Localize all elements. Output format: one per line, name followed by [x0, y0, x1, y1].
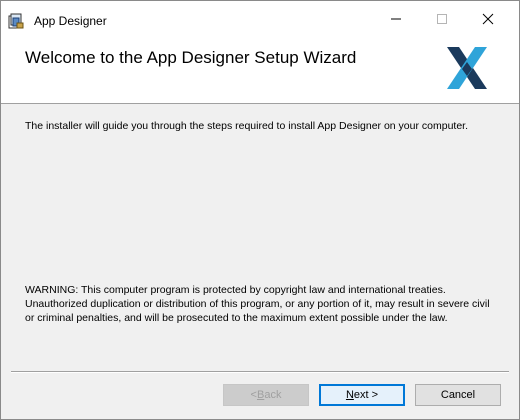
x-logo-icon: [445, 45, 489, 91]
back-button[interactable]: < Back: [223, 384, 309, 406]
next-button[interactable]: Next >: [319, 384, 405, 406]
window-title: App Designer: [34, 14, 107, 28]
back-label-rest: ack: [264, 389, 282, 401]
next-label-rest: ext >: [353, 389, 379, 401]
title-bar[interactable]: App Designer: [1, 1, 519, 41]
page-title: Welcome to the App Designer Setup Wizard: [25, 48, 357, 67]
maximize-button[interactable]: [419, 1, 465, 41]
cancel-button[interactable]: Cancel: [415, 384, 501, 406]
copyright-warning: WARNING: This computer program is protec…: [25, 284, 490, 324]
back-accel-key: B: [256, 389, 265, 401]
setup-wizard-window: App Designer Welcome to the App Designer…: [0, 0, 520, 420]
minimize-button[interactable]: [373, 1, 419, 41]
minimize-icon: [390, 12, 402, 30]
installer-app-icon: [7, 12, 25, 30]
intro-text: The installer will guide you through the…: [25, 120, 468, 132]
close-button[interactable]: [465, 1, 511, 41]
maximize-icon: [436, 12, 448, 30]
footer-separator: [11, 371, 509, 373]
close-icon: [482, 12, 494, 30]
next-accel-key: N: [345, 389, 354, 401]
wizard-banner: Welcome to the App Designer Setup Wizard: [1, 41, 519, 104]
